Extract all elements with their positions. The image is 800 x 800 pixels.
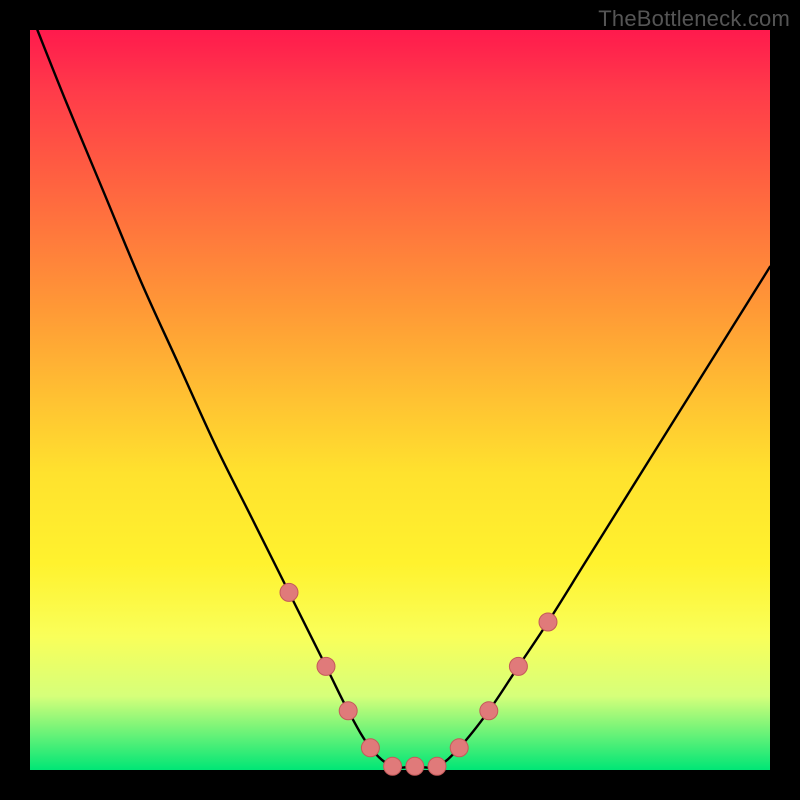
watermark-text: TheBottleneck.com bbox=[598, 6, 790, 32]
bead-marker bbox=[428, 757, 446, 775]
bead-marker bbox=[450, 739, 468, 757]
bead-group bbox=[280, 583, 557, 775]
bead-marker bbox=[406, 757, 424, 775]
bead-marker bbox=[480, 702, 498, 720]
bead-marker bbox=[339, 702, 357, 720]
chart-frame: TheBottleneck.com bbox=[0, 0, 800, 800]
plot-area bbox=[30, 30, 770, 770]
bead-marker bbox=[361, 739, 379, 757]
bead-marker bbox=[317, 657, 335, 675]
bead-marker bbox=[539, 613, 557, 631]
bottleneck-curve bbox=[37, 30, 770, 768]
bead-marker bbox=[509, 657, 527, 675]
bead-marker bbox=[384, 757, 402, 775]
bead-marker bbox=[280, 583, 298, 601]
curve-layer bbox=[30, 30, 770, 770]
